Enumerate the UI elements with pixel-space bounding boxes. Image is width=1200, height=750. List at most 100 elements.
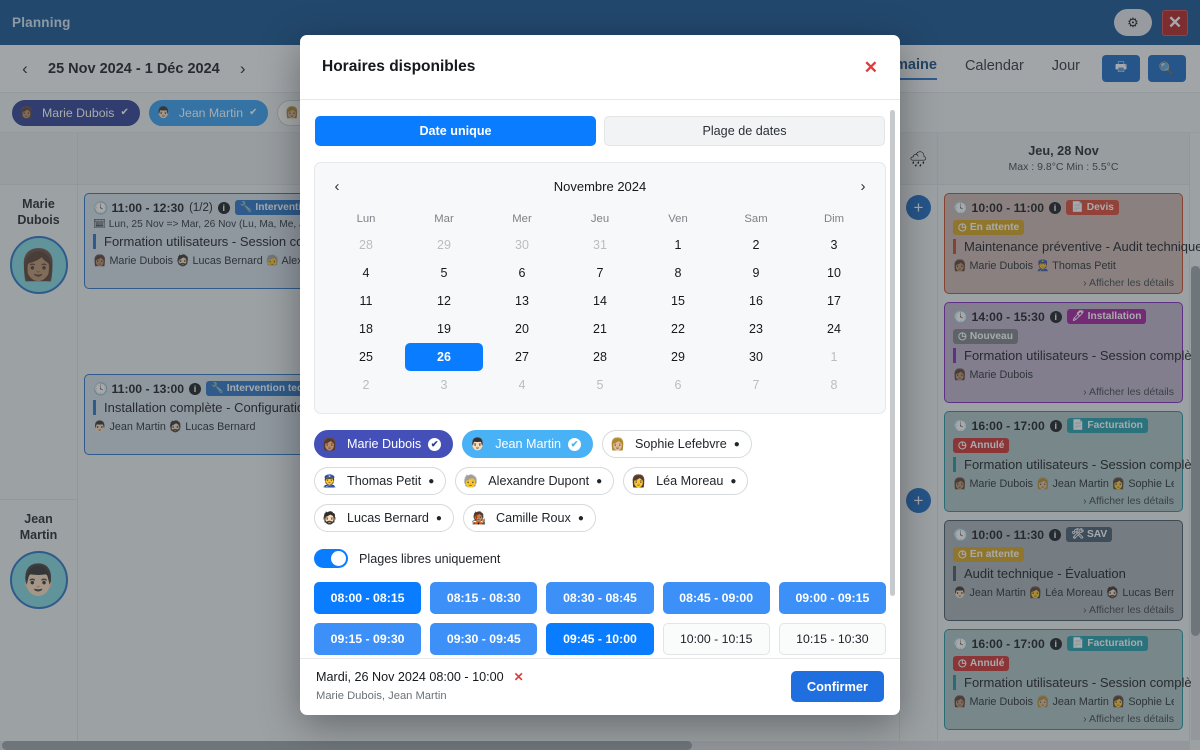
- technician-chip-label: Thomas Petit: [347, 474, 422, 488]
- calendar-day[interactable]: 11: [327, 287, 405, 315]
- technician-chip-label: Alexandre Dupont: [488, 474, 590, 488]
- calendar-day[interactable]: 17: [795, 287, 873, 315]
- available-hours-modal: Horaires disponibles ✕ Date unique Plage…: [300, 35, 900, 715]
- status-dot-icon: ●: [577, 512, 584, 524]
- technician-chip[interactable]: 👩🏽 Marie Dubois ✔: [314, 430, 454, 458]
- selected-datetime: Mardi, 26 Nov 2024 08:00 - 10:00: [316, 670, 504, 684]
- screen: Planning ⚙ ✕ ‹ 25 Nov 2024 - 1 Déc 2024 …: [0, 0, 1200, 750]
- calendar-day[interactable]: 21: [561, 315, 639, 343]
- calendar-day[interactable]: 30: [483, 231, 561, 259]
- technician-chip-label: Jean Martin: [495, 437, 562, 451]
- technician-chip[interactable]: 👩🏼 Sophie Lefebvre ●: [602, 430, 752, 458]
- clear-selection-icon[interactable]: ✕: [514, 670, 524, 684]
- calendar-weekday: Sam: [744, 213, 768, 225]
- time-slot-grid: 08:00 - 08:15 08:15 - 08:30 08:30 - 08:45 0…: [314, 582, 886, 658]
- calendar-day[interactable]: 18: [327, 315, 405, 343]
- technician-chip-label: Camille Roux: [495, 511, 571, 525]
- calendar-header: ‹ Novembre 2024 ›: [327, 173, 873, 199]
- free-slots-toggle[interactable]: [314, 549, 348, 568]
- chevron-left-icon[interactable]: ‹: [327, 178, 347, 195]
- calendar-day[interactable]: 4: [327, 259, 405, 287]
- close-icon[interactable]: ✕: [864, 59, 878, 76]
- calendar-day[interactable]: 13: [483, 287, 561, 315]
- technician-chip[interactable]: 🧔🏻 Lucas Bernard ●: [314, 504, 454, 532]
- calendar-day[interactable]: 3: [795, 231, 873, 259]
- time-slot-button[interactable]: 08:00 - 08:15: [314, 582, 422, 614]
- time-slot-button[interactable]: 08:15 - 08:30: [430, 582, 538, 614]
- modal-title: Horaires disponibles: [322, 58, 476, 75]
- technician-chip[interactable]: 👨🏻 Jean Martin ✔: [462, 430, 594, 458]
- technician-chip[interactable]: 👩 Léa Moreau ●: [623, 467, 749, 495]
- calendar-day[interactable]: 6: [639, 371, 717, 399]
- calendar-day[interactable]: 10: [795, 259, 873, 287]
- chevron-right-icon[interactable]: ›: [853, 178, 873, 195]
- calendar-day[interactable]: 19: [405, 315, 483, 343]
- technician-chip[interactable]: 👮 Thomas Petit ●: [314, 467, 447, 495]
- calendar-day[interactable]: 8: [795, 371, 873, 399]
- calendar-day[interactable]: 26: [405, 343, 483, 371]
- calendar-day[interactable]: 5: [405, 259, 483, 287]
- calendar-day[interactable]: 12: [405, 287, 483, 315]
- calendar-day[interactable]: 5: [561, 371, 639, 399]
- calendar-grid: Lun Mar Mer Jeu Ven Sam Dim 28 29 30 31 1 2 3 4 5 6 7 8 9 10…: [327, 207, 873, 399]
- calendar-day[interactable]: 2: [327, 371, 405, 399]
- calendar-day[interactable]: 7: [717, 371, 795, 399]
- avatar: 👩🏽: [322, 437, 337, 451]
- time-slot-button[interactable]: 10:00 - 10:15: [662, 623, 770, 655]
- date-picker: ‹ Novembre 2024 › Lun Mar Mer Jeu Ven Sam Dim 2…: [314, 162, 886, 414]
- free-slots-toggle-row: Plages libres uniquement: [314, 549, 886, 568]
- technician-chip-label: Léa Moreau: [656, 474, 724, 488]
- segment-plage-de-dates[interactable]: Plage de dates: [604, 116, 885, 146]
- free-slots-toggle-label: Plages libres uniquement: [359, 551, 501, 566]
- calendar-day[interactable]: 27: [483, 343, 561, 371]
- calendar-day[interactable]: 23: [717, 315, 795, 343]
- calendar-day[interactable]: 30: [717, 343, 795, 371]
- avatar: 👨🏻: [470, 437, 486, 451]
- calendar-day[interactable]: 7: [561, 259, 639, 287]
- calendar-day[interactable]: 15: [639, 287, 717, 315]
- calendar-day[interactable]: 28: [327, 231, 405, 259]
- calendar-weekday: Mer: [512, 213, 532, 225]
- calendar-day[interactable]: 1: [639, 231, 717, 259]
- confirm-button[interactable]: Confirmer: [790, 670, 884, 702]
- time-slot-button[interactable]: 10:15 - 10:30: [778, 623, 886, 655]
- calendar-day[interactable]: 29: [405, 231, 483, 259]
- calendar-day[interactable]: 25: [327, 343, 405, 371]
- avatar: 🧑🏽‍🎤: [470, 511, 486, 525]
- time-slot-button[interactable]: 08:30 - 08:45: [546, 582, 654, 614]
- calendar-day[interactable]: 20: [483, 315, 561, 343]
- technician-chip-label: Marie Dubois: [347, 437, 422, 451]
- calendar-day[interactable]: 31: [561, 231, 639, 259]
- calendar-day[interactable]: 14: [561, 287, 639, 315]
- calendar-weekday: Mar: [434, 213, 454, 225]
- calendar-day[interactable]: 3: [405, 371, 483, 399]
- calendar-day[interactable]: 22: [639, 315, 717, 343]
- modal-footer: Mardi, 26 Nov 2024 08:00 - 10:00 ✕ Marie…: [300, 658, 900, 715]
- calendar-day[interactable]: 29: [639, 343, 717, 371]
- calendar-day[interactable]: 1: [795, 343, 873, 371]
- time-slot-button[interactable]: 09:30 - 09:45: [430, 623, 538, 655]
- time-slot-button[interactable]: 09:45 - 10:00: [546, 623, 654, 655]
- calendar-day[interactable]: 4: [483, 371, 561, 399]
- calendar-day[interactable]: 9: [717, 259, 795, 287]
- technician-chip[interactable]: 🧑🏽‍🎤 Camille Roux ●: [462, 504, 596, 532]
- check-icon: ✔: [568, 437, 582, 451]
- segment-date-unique[interactable]: Date unique: [315, 116, 596, 146]
- time-slot-button[interactable]: 09:00 - 09:15: [778, 582, 886, 614]
- check-icon: ✔: [428, 437, 442, 451]
- calendar-day[interactable]: 8: [639, 259, 717, 287]
- calendar-day[interactable]: 6: [483, 259, 561, 287]
- technician-chip[interactable]: 🧓 Alexandre Dupont ●: [455, 467, 615, 495]
- modal-header: Horaires disponibles ✕: [300, 35, 900, 100]
- selection-row: Mardi, 26 Nov 2024 08:00 - 10:00 ✕: [316, 670, 524, 684]
- selection-summary: Mardi, 26 Nov 2024 08:00 - 10:00 ✕ Marie…: [316, 670, 524, 702]
- calendar-day[interactable]: 2: [717, 231, 795, 259]
- calendar-day[interactable]: 28: [561, 343, 639, 371]
- time-slot-button[interactable]: 09:15 - 09:30: [314, 623, 422, 655]
- calendar-day[interactable]: 24: [795, 315, 873, 343]
- calendar-day[interactable]: 16: [717, 287, 795, 315]
- modal-scrollbar[interactable]: [890, 110, 895, 638]
- time-slot-button[interactable]: 08:45 - 09:00: [662, 582, 770, 614]
- status-dot-icon: ●: [435, 512, 442, 524]
- calendar-weekday: Ven: [668, 213, 688, 225]
